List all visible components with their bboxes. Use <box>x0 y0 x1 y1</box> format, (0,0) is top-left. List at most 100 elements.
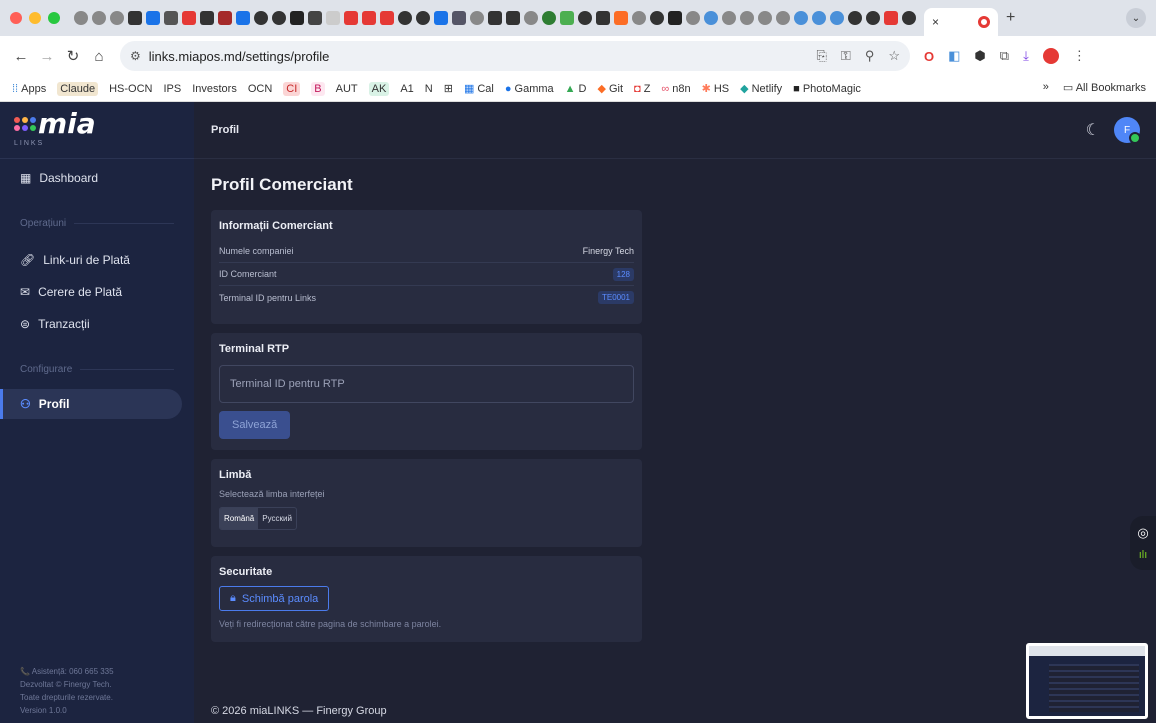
tab-favicon[interactable] <box>254 11 268 25</box>
tab-favicon[interactable] <box>740 11 754 25</box>
tab-favicon[interactable] <box>470 11 484 25</box>
bookmark-item[interactable]: Claude <box>57 81 99 96</box>
bookmark-item[interactable]: ◘ Z <box>634 83 650 95</box>
tab-favicon[interactable] <box>362 11 376 25</box>
screenshot-thumbnail[interactable] <box>1026 643 1148 719</box>
tab-favicon[interactable] <box>884 11 898 25</box>
maximize-window-icon[interactable] <box>48 12 60 24</box>
tab-favicon[interactable] <box>812 11 826 25</box>
minimize-window-icon[interactable] <box>29 12 41 24</box>
tab-favicon[interactable] <box>704 11 718 25</box>
tab-favicon[interactable] <box>524 11 538 25</box>
bookmark-item[interactable]: AUT <box>336 83 358 95</box>
translate-extension-icon[interactable]: ◧ <box>948 48 960 64</box>
nav-transactions[interactable]: ⊜ Tranzacții <box>0 309 194 339</box>
tab-favicon[interactable] <box>452 11 466 25</box>
tab-favicon[interactable] <box>542 11 556 25</box>
tab-favicon[interactable] <box>596 11 610 25</box>
floating-widget[interactable]: ◎ ılı <box>1130 516 1156 570</box>
tab-favicon[interactable] <box>668 11 682 25</box>
nav-payment-links[interactable]: 🔗︎ Link-uri de Plată <box>0 245 194 275</box>
tab-favicon[interactable] <box>416 11 430 25</box>
bookmark-star-icon[interactable]: ☆ <box>888 48 900 64</box>
bookmark-grid-icon[interactable]: ⊞ <box>444 82 453 95</box>
tab-favicon[interactable] <box>866 11 880 25</box>
download-icon[interactable]: ⤓ <box>1023 48 1029 64</box>
tab-favicon[interactable] <box>200 11 214 25</box>
zoom-icon[interactable]: ⚲ <box>865 48 875 64</box>
bookmark-item[interactable]: ✱ HS <box>702 82 730 96</box>
profile-avatar-icon[interactable] <box>1042 48 1059 64</box>
bookmark-item[interactable]: N <box>425 83 433 95</box>
all-bookmarks-button[interactable]: ▭ All Bookmarks <box>1063 81 1146 94</box>
tab-favicon[interactable] <box>74 11 88 25</box>
close-window-icon[interactable] <box>10 12 22 24</box>
tab-favicon[interactable] <box>650 11 664 25</box>
language-option-russian[interactable]: Русский <box>258 508 296 529</box>
tab-search-icon[interactable]: ⌄ <box>1126 8 1146 28</box>
opera-extension-icon[interactable]: O <box>924 49 934 64</box>
tab-favicon[interactable] <box>722 11 736 25</box>
reload-icon[interactable]: ↻ <box>60 47 86 65</box>
home-icon[interactable]: ⌂ <box>86 48 112 65</box>
tab-favicon[interactable] <box>92 11 106 25</box>
tab-favicon[interactable] <box>632 11 646 25</box>
tab-favicon[interactable] <box>380 11 394 25</box>
tab-favicon[interactable] <box>110 11 124 25</box>
nav-dashboard[interactable]: ▦ Dashboard <box>0 163 194 193</box>
install-icon[interactable]: ⎘ <box>817 48 827 64</box>
bookmark-item[interactable]: ■ PhotoMagic <box>793 83 861 95</box>
tab-favicon[interactable] <box>506 11 520 25</box>
tab-favicon[interactable] <box>686 11 700 25</box>
tab-favicon[interactable] <box>236 11 250 25</box>
widget-logo-icon[interactable]: ◎ <box>1137 525 1148 541</box>
language-option-romanian[interactable]: Română <box>220 508 259 529</box>
nav-payment-request[interactable]: ✉ Cerere de Plată <box>0 277 194 307</box>
url-text[interactable]: links.miapos.md/settings/profile <box>149 49 330 64</box>
bookmark-item[interactable]: OCN <box>248 83 272 95</box>
avatar[interactable]: F <box>1114 117 1141 144</box>
voice-icon[interactable]: ılı <box>1139 549 1148 561</box>
tab-favicon[interactable] <box>398 11 412 25</box>
bookmark-item[interactable]: HS-OCN <box>109 83 152 95</box>
bookmark-item[interactable]: ◆ Netlify <box>740 82 782 96</box>
bookmark-item[interactable]: A1 <box>400 83 413 95</box>
bookmark-item[interactable]: ∞ n8n <box>661 83 690 95</box>
tab-favicon[interactable] <box>902 11 916 25</box>
tab-favicon[interactable] <box>776 11 790 25</box>
bookmark-item[interactable]: Investors <box>192 83 237 95</box>
tab-favicon[interactable] <box>164 11 178 25</box>
tab-favicon[interactable] <box>290 11 304 25</box>
omnibox[interactable]: ⚙ links.miapos.md/settings/profile ⎘ ⚿ ⚲… <box>120 41 910 71</box>
terminal-rtp-input[interactable]: Terminal ID pentru RTP <box>219 365 634 403</box>
extension-icon[interactable]: ⬢ <box>974 48 985 64</box>
bookmark-item[interactable]: B <box>311 81 325 96</box>
tab-favicon[interactable] <box>578 11 592 25</box>
password-key-icon[interactable]: ⚿ <box>841 48 851 64</box>
tab-favicon[interactable] <box>794 11 808 25</box>
bookmark-item[interactable]: AK <box>368 81 390 96</box>
site-info-icon[interactable]: ⚙ <box>130 49 141 63</box>
bookmark-item[interactable]: ▦ Cal <box>464 82 494 96</box>
tab-favicon[interactable] <box>128 11 142 25</box>
tab-close-icon[interactable]: × <box>932 15 939 29</box>
tab-favicon[interactable] <box>848 11 862 25</box>
tab-favicon[interactable] <box>344 11 358 25</box>
tab-favicon[interactable] <box>758 11 772 25</box>
theme-toggle-icon[interactable]: ☾ <box>1086 120 1100 140</box>
bookmark-item[interactable]: ● Gamma <box>505 83 554 95</box>
menu-kebab-icon[interactable]: ⋮ <box>1073 48 1086 64</box>
bookmark-apps[interactable]: ⁞⁞ Apps <box>12 83 46 95</box>
active-tab[interactable]: × <box>924 8 998 36</box>
tab-favicon[interactable] <box>218 11 232 25</box>
tab-favicon[interactable] <box>308 11 322 25</box>
save-button[interactable]: Salvează <box>219 411 291 439</box>
bookmark-item[interactable]: ▲ D <box>565 83 587 95</box>
forward-icon[interactable]: → <box>34 48 60 65</box>
tab-favicon[interactable] <box>560 11 574 25</box>
tab-favicon[interactable] <box>488 11 502 25</box>
bookmark-item[interactable]: IPS <box>163 83 181 95</box>
nav-profile[interactable]: ⚇ Profil <box>0 389 182 419</box>
logo[interactable]: mia LINKS <box>0 102 194 159</box>
tab-favicon[interactable] <box>182 11 196 25</box>
